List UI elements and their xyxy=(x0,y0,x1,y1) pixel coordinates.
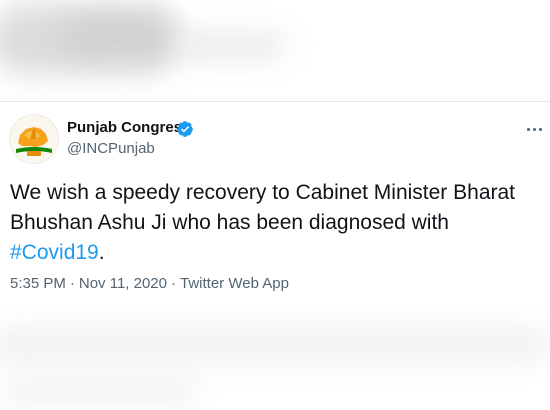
verified-badge-icon xyxy=(177,121,193,137)
blurred-shape xyxy=(60,20,170,54)
blurred-shape xyxy=(0,375,200,405)
divider xyxy=(0,101,550,102)
tweet-date[interactable]: Nov 11, 2020 xyxy=(79,275,167,292)
blurred-shape xyxy=(175,35,285,57)
separator: · xyxy=(69,275,75,292)
punjab-congress-logo-icon xyxy=(10,115,58,163)
tweet-text-end: . xyxy=(98,241,105,264)
blurred-footer-area xyxy=(0,305,550,410)
tweet-time[interactable]: 5:35 PM xyxy=(10,275,66,292)
more-options-icon[interactable] xyxy=(522,120,546,138)
hashtag-link[interactable]: #Covid19 xyxy=(10,241,99,264)
tweet-metadata: 5:35 PM · Nov 11, 2020 · Twitter Web App xyxy=(10,275,289,292)
avatar[interactable] xyxy=(9,114,59,164)
tweet-source[interactable]: Twitter Web App xyxy=(180,275,289,292)
blurred-shape xyxy=(0,325,550,365)
separator: · xyxy=(171,275,176,292)
author-handle[interactable]: @INCPunjab xyxy=(67,140,155,157)
tweet-text: We wish a speedy recovery to Cabinet Min… xyxy=(10,178,540,268)
blurred-header-area xyxy=(0,0,550,100)
tweet-text-body: We wish a speedy recovery to Cabinet Min… xyxy=(10,181,516,234)
author-name[interactable]: Punjab Congress xyxy=(67,119,190,136)
